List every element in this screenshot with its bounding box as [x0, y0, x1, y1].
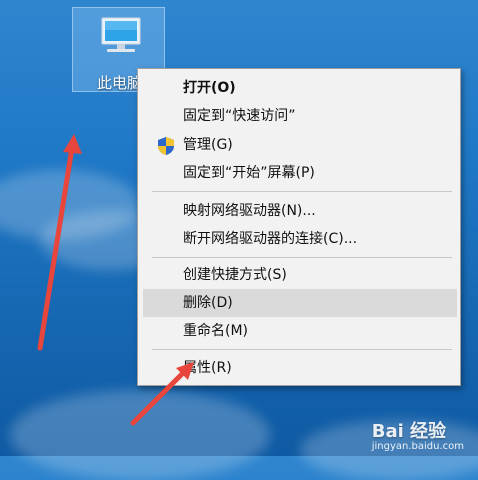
computer-icon	[101, 17, 141, 52]
menu-separator	[152, 191, 452, 192]
menu-item-open[interactable]: 打开(O)	[143, 74, 457, 102]
menu-item-manage[interactable]: 管理(G)	[143, 131, 457, 159]
menu-item-map-network-drive[interactable]: 映射网络驱动器(N)...	[143, 197, 457, 225]
menu-item-pin-start[interactable]: 固定到“开始”屏幕(P)	[143, 159, 457, 187]
menu-item-pin-quick-access[interactable]: 固定到“快速访问”	[143, 102, 457, 130]
menu-separator	[152, 257, 452, 258]
menu-separator	[152, 349, 452, 350]
menu-item-properties[interactable]: 属性(R)	[143, 354, 457, 382]
watermark-brand: Bai 经验	[371, 421, 447, 442]
menu-item-disconnect-network-drive[interactable]: 断开网络驱动器的连接(C)...	[143, 225, 457, 253]
uac-shield-icon	[158, 137, 174, 155]
menu-item-manage-label: 管理(G)	[183, 137, 233, 153]
context-menu: 打开(O) 固定到“快速访问” 管理(G) 固定到“开始”屏幕(P) 映射网络驱…	[137, 68, 461, 386]
watermark-url: jingyan.baidu.com	[371, 441, 464, 452]
menu-item-create-shortcut[interactable]: 创建快捷方式(S)	[143, 261, 457, 289]
cloud	[10, 390, 270, 480]
menu-item-delete[interactable]: 删除(D)	[143, 289, 457, 317]
baidu-watermark: Bai 经验 jingyan.baidu.com	[372, 417, 464, 452]
menu-item-rename[interactable]: 重命名(M)	[143, 317, 457, 345]
